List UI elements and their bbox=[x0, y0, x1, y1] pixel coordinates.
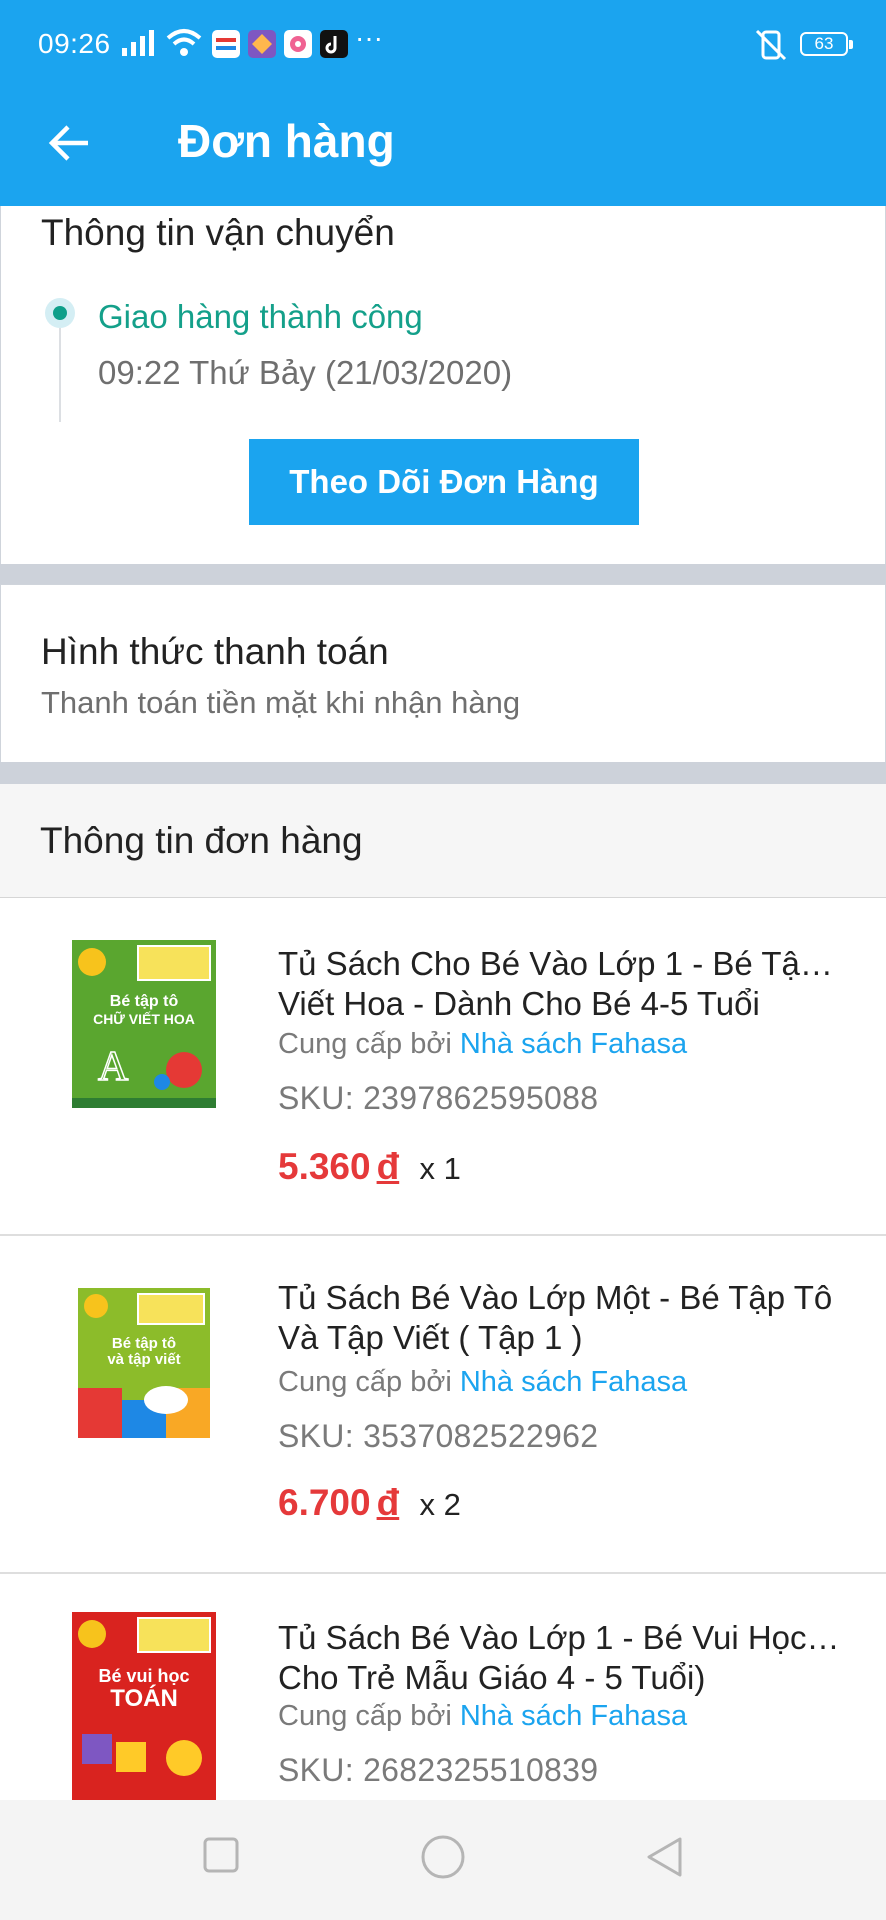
delivery-status: Giao hàng thành công bbox=[98, 298, 423, 335]
nav-recents-icon[interactable] bbox=[202, 1836, 240, 1874]
svg-text:Bé tập tô: Bé tập tô bbox=[112, 1335, 176, 1352]
section-divider bbox=[0, 762, 886, 784]
photos-app-icon bbox=[284, 30, 312, 58]
supplier-link[interactable]: Nhà sách Fahasa bbox=[460, 1700, 687, 1732]
nav-home-icon[interactable] bbox=[420, 1834, 466, 1880]
vibrate-off-icon bbox=[755, 29, 787, 61]
product-thumbnail[interactable]: Bé vui học TOÁN bbox=[72, 1612, 216, 1800]
product-quantity: x 1 bbox=[419, 1151, 461, 1186]
status-time: 09:26 bbox=[38, 28, 111, 59]
tiktok-app-icon bbox=[320, 30, 348, 58]
product-sku: SKU: 2397862595088 bbox=[278, 1080, 599, 1116]
battery-icon: 63 bbox=[800, 32, 853, 56]
payment-section: Hình thức thanh toán Thanh toán tiền mặt… bbox=[0, 584, 886, 762]
svg-text:Bé vui học: Bé vui học bbox=[98, 1666, 189, 1686]
product-quantity: x 2 bbox=[419, 1487, 461, 1522]
product-supplier: Cung cấp bởi Nhà sách Fahasa bbox=[278, 1366, 688, 1398]
baomoi-app-icon bbox=[212, 30, 240, 58]
svg-text:TOÁN: TOÁN bbox=[110, 1684, 178, 1712]
timeline-line bbox=[59, 328, 61, 422]
page-title: Đơn hàng bbox=[178, 115, 395, 167]
nav-back-icon[interactable] bbox=[644, 1836, 684, 1878]
cover-title-text: Bé tập tô bbox=[110, 993, 179, 1010]
back-arrow-icon[interactable] bbox=[44, 118, 94, 168]
order-info-header: Thông tin đơn hàng bbox=[0, 784, 886, 898]
product-name[interactable]: Tủ Sách Bé Vào Lớp Một - Bé Tập Tô Và Tậ… bbox=[278, 1278, 848, 1358]
more-notifications-indicator: ··· bbox=[355, 22, 383, 53]
svg-text:CHỮ VIẾT HOA: CHỮ VIẾT HOA bbox=[93, 1010, 195, 1027]
payment-method: Thanh toán tiền mặt khi nhận hàng bbox=[41, 685, 521, 720]
shipping-title: Thông tin vận chuyển bbox=[41, 212, 395, 253]
order-info-title: Thông tin đơn hàng bbox=[40, 820, 363, 861]
product-thumbnail[interactable]: Bé tập tô CHỮ VIẾT HOA A bbox=[72, 940, 216, 1108]
product-supplier: Cung cấp bởi Nhà sách Fahasa bbox=[278, 1028, 688, 1060]
payment-title: Hình thức thanh toán bbox=[41, 631, 389, 672]
track-order-button[interactable]: Theo Dõi Đơn Hàng bbox=[249, 439, 639, 525]
svg-text:A: A bbox=[98, 1044, 129, 1090]
status-bar: 09:26 ··· 63 bbox=[0, 0, 886, 90]
signal-icon bbox=[122, 30, 154, 56]
product-sku: SKU: 2682325510839 bbox=[278, 1752, 599, 1788]
order-item[interactable]: Bé vui học TOÁN Tủ Sách Bé Vào Lớp 1 - B… bbox=[0, 1574, 886, 1800]
system-navigation-bar bbox=[0, 1800, 886, 1920]
order-item[interactable]: Bé tập tô và tập viết Tủ Sách Bé Vào Lớp… bbox=[0, 1236, 886, 1574]
product-sku: SKU: 3537082522962 bbox=[278, 1418, 599, 1454]
shipping-info-section: Thông tin vận chuyển Giao hàng thành côn… bbox=[0, 206, 886, 564]
supplier-link[interactable]: Nhà sách Fahasa bbox=[460, 1366, 687, 1398]
product-name[interactable]: Tủ Sách Bé Vào Lớp 1 - Bé Vui Học Toán C… bbox=[278, 1618, 848, 1698]
top-bar: 09:26 ··· 63 Đơn hàng bbox=[0, 0, 886, 206]
order-item[interactable]: Bé tập tô CHỮ VIẾT HOA A Tủ Sách Cho Bé … bbox=[0, 898, 886, 1236]
section-divider bbox=[0, 564, 886, 584]
product-price: 6.700 đ x 2 bbox=[278, 1482, 461, 1523]
app-bar: Đơn hàng bbox=[0, 90, 886, 206]
svg-text:và tập viết: và tập viết bbox=[107, 1351, 180, 1368]
wifi-icon bbox=[166, 29, 202, 56]
product-supplier: Cung cấp bởi Nhà sách Fahasa bbox=[278, 1700, 688, 1732]
product-price: 5.360 đ x 1 bbox=[278, 1146, 461, 1187]
product-thumbnail[interactable]: Bé tập tô và tập viết bbox=[78, 1288, 210, 1438]
app-icon-2 bbox=[248, 30, 276, 58]
delivery-datetime: 09:22 Thứ Bảy (21/03/2020) bbox=[98, 354, 513, 391]
supplier-link[interactable]: Nhà sách Fahasa bbox=[460, 1028, 687, 1060]
product-name[interactable]: Tủ Sách Cho Bé Vào Lớp 1 - Bé Tập Tô Viế… bbox=[278, 944, 848, 1024]
timeline-status-dot bbox=[45, 298, 75, 328]
